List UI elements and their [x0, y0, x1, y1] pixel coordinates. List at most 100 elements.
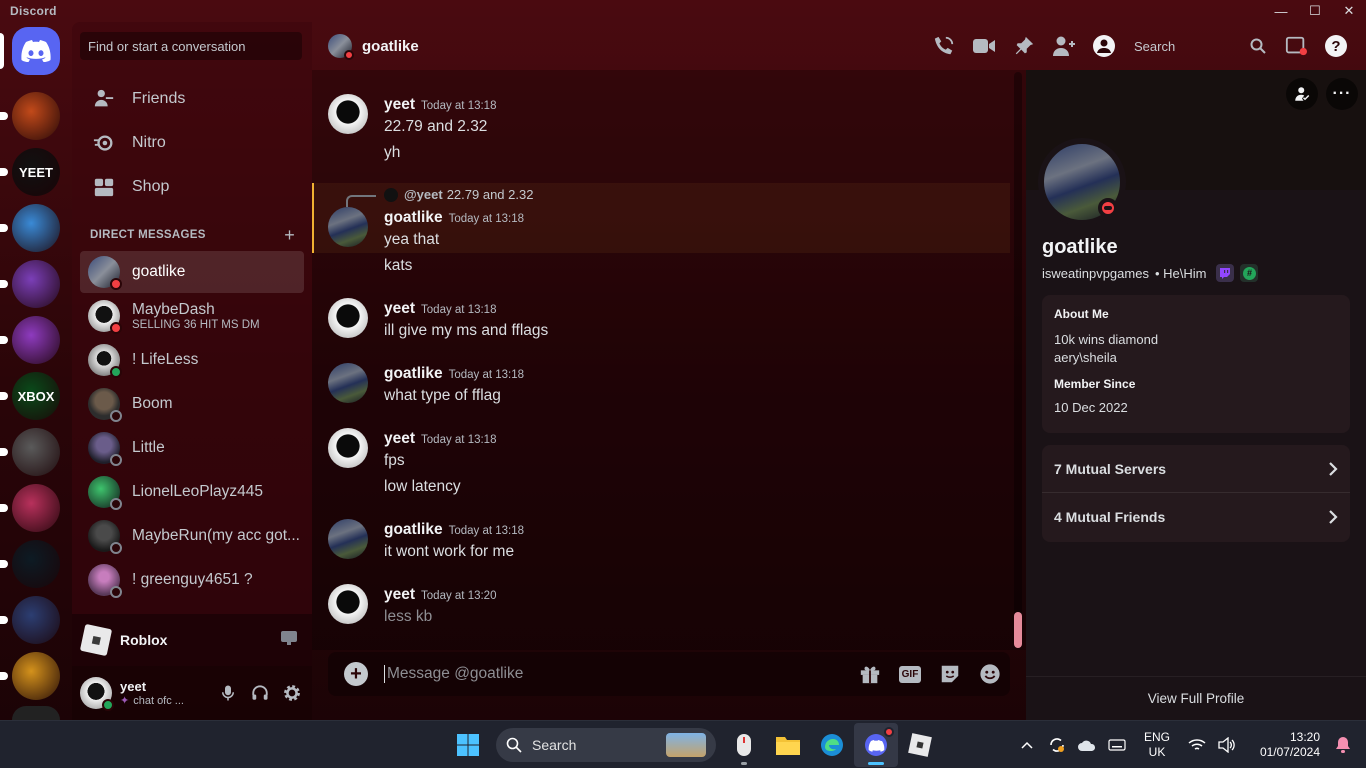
twitch-badge-icon[interactable] — [1216, 264, 1235, 282]
user-info[interactable]: yeet ✦ chat ofc ... — [120, 679, 212, 707]
server-icon-11[interactable] — [12, 652, 60, 700]
start-button[interactable] — [446, 723, 490, 767]
reply-reference[interactable]: @yeet 22.79 and 2.32 — [384, 187, 533, 202]
server-icon-1[interactable] — [12, 92, 60, 140]
taskbar-app-roblox[interactable] — [898, 723, 942, 767]
message-author[interactable]: goatlike — [384, 209, 443, 226]
message-author[interactable]: yeet — [384, 96, 415, 113]
message-avatar[interactable] — [328, 428, 368, 468]
server-icon-2[interactable]: YEET — [12, 148, 60, 196]
pinned-messages-button[interactable] — [1004, 26, 1044, 66]
message-avatar[interactable] — [328, 363, 368, 403]
taskbar-app-mouse[interactable] — [722, 723, 766, 767]
find-conversation-input[interactable]: Find or start a conversation — [80, 32, 302, 60]
nav-nitro[interactable]: Nitro — [80, 122, 304, 164]
message-content: yh — [384, 144, 401, 161]
header-search-input[interactable]: Search — [1128, 32, 1272, 60]
recipient-name: goatlike — [362, 37, 419, 55]
message-input[interactable]: Message @goatlike — [384, 665, 850, 683]
home-button[interactable] — [12, 27, 60, 75]
dm-item[interactable]: goatlike — [80, 251, 304, 293]
inbox-button[interactable] — [1276, 26, 1316, 66]
dm-item[interactable]: ! LifeLess — [80, 339, 304, 381]
message-avatar[interactable] — [328, 94, 368, 134]
nav-shop[interactable]: Shop — [80, 166, 304, 208]
notifications-button[interactable] — [1328, 736, 1358, 754]
server-icon-8[interactable] — [12, 484, 60, 532]
server-icon-7[interactable] — [12, 428, 60, 476]
custom-status-icon: ✦ — [120, 695, 130, 707]
unread-indicator — [0, 168, 8, 176]
title-bar: Discord — ☐ ✕ — [0, 0, 1366, 22]
mutual-friends-row[interactable]: 4 Mutual Friends — [1042, 493, 1350, 541]
upload-button[interactable]: + — [344, 662, 368, 686]
taskbar-app-file-explorer[interactable] — [766, 723, 810, 767]
wifi-tray-icon[interactable] — [1182, 738, 1212, 752]
deafen-button[interactable] — [244, 677, 276, 709]
message-scrollbar[interactable] — [1014, 72, 1022, 648]
dm-item[interactable]: MaybeRun(my acc got... — [80, 515, 304, 557]
keyboard-tray-icon[interactable] — [1102, 739, 1132, 751]
dm-avatar — [88, 300, 122, 334]
taskbar-search[interactable]: Search — [496, 728, 716, 762]
stream-game-icon[interactable] — [280, 630, 298, 651]
view-full-profile-button[interactable]: View Full Profile — [1026, 676, 1366, 720]
mutual-servers-row[interactable]: 7 Mutual Servers — [1042, 445, 1350, 493]
dm-item[interactable]: Boom — [80, 383, 304, 425]
gif-button[interactable]: GIF — [890, 654, 930, 694]
message-author[interactable]: yeet — [384, 300, 415, 317]
show-hidden-icons-button[interactable] — [1012, 741, 1042, 749]
server-icon-10[interactable] — [12, 596, 60, 644]
hashtag-badge-icon[interactable]: # — [1240, 264, 1259, 282]
user-avatar[interactable] — [80, 677, 114, 711]
minimize-button[interactable]: — — [1264, 0, 1298, 22]
dm-item[interactable]: Little — [80, 427, 304, 469]
message-author[interactable]: yeet — [384, 430, 415, 447]
server-icon-partial[interactable] — [12, 706, 60, 720]
recipient-status-dnd — [344, 50, 354, 60]
taskbar-app-edge[interactable] — [810, 723, 854, 767]
hide-user-profile-button[interactable] — [1084, 26, 1124, 66]
create-dm-button[interactable]: + — [284, 226, 295, 244]
server-icon-3[interactable] — [12, 204, 60, 252]
mute-button[interactable] — [212, 677, 244, 709]
voice-call-button[interactable] — [924, 26, 964, 66]
video-call-button[interactable] — [964, 26, 1004, 66]
user-settings-button[interactable] — [276, 677, 308, 709]
help-button[interactable]: ? — [1316, 26, 1356, 66]
message-author[interactable]: yeet — [384, 586, 415, 603]
server-icon-9[interactable] — [12, 540, 60, 588]
maximize-button[interactable]: ☐ — [1298, 0, 1332, 22]
volume-tray-icon[interactable] — [1212, 737, 1242, 753]
message-avatar[interactable] — [328, 298, 368, 338]
message-author[interactable]: goatlike — [384, 365, 443, 382]
message-avatar[interactable] — [328, 207, 368, 247]
sync-tray-icon[interactable] — [1042, 736, 1072, 754]
message-avatar[interactable] — [328, 519, 368, 559]
close-button[interactable]: ✕ — [1332, 0, 1366, 22]
clock[interactable]: 13:20 01/07/2024 — [1242, 730, 1320, 760]
add-friend-profile-button[interactable] — [1286, 78, 1318, 110]
dm-item[interactable]: ! greenguy4651 ? — [80, 559, 304, 601]
more-options-button[interactable]: ··· — [1326, 78, 1358, 110]
add-friends-to-dm-button[interactable] — [1044, 26, 1084, 66]
nav-friends[interactable]: Friends — [80, 78, 304, 120]
message-author[interactable]: goatlike — [384, 521, 443, 538]
scrollbar-thumb[interactable] — [1014, 612, 1022, 648]
server-icon-5[interactable] — [12, 316, 60, 364]
keyboard-icon — [1108, 739, 1126, 751]
language-indicator[interactable]: ENG UK — [1132, 730, 1182, 760]
chevron-right-icon — [1329, 461, 1338, 476]
server-icon-6[interactable]: XBOX — [12, 372, 60, 420]
taskbar-app-discord[interactable] — [854, 723, 898, 767]
sticker-button[interactable] — [930, 654, 970, 694]
sync-icon — [1050, 738, 1064, 752]
server-icon-4[interactable] — [12, 260, 60, 308]
dm-item[interactable]: LionelLeoPlayz445 — [80, 471, 304, 513]
emoji-button[interactable] — [970, 654, 1010, 694]
message-avatar[interactable] — [328, 584, 368, 624]
gift-button[interactable] — [850, 654, 890, 694]
profile-avatar[interactable] — [1038, 138, 1126, 226]
dm-item[interactable]: MaybeDash SELLING 36 HIT MS DM — [80, 295, 304, 337]
cloud-tray-icon[interactable] — [1072, 738, 1102, 752]
